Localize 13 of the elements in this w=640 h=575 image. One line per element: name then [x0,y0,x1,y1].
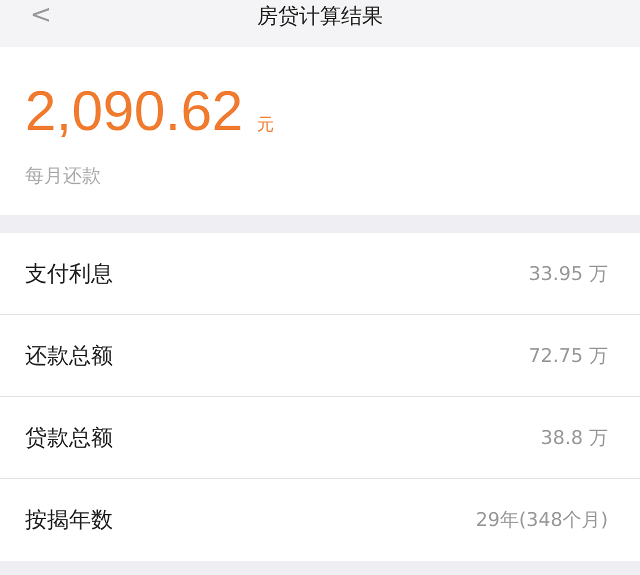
row-label: 还款总额 [25,342,113,370]
row-value: 29年(348个月) [476,508,608,533]
monthly-payment-amount: 2,090.62 [25,81,243,141]
row-value: 72.75 万 [528,344,608,368]
currency-unit: 元 [256,114,274,136]
back-button[interactable]: < [26,0,56,30]
row-label: 贷款总额 [25,424,113,452]
row-label: 按揭年数 [25,507,113,535]
row-value: 33.95 万 [528,262,608,286]
page-title: 房贷计算结果 [257,2,383,30]
row-value: 38.8 万 [540,426,608,450]
monthly-payment-label: 每月还款 [25,164,102,189]
row-label: 支付利息 [25,260,113,288]
